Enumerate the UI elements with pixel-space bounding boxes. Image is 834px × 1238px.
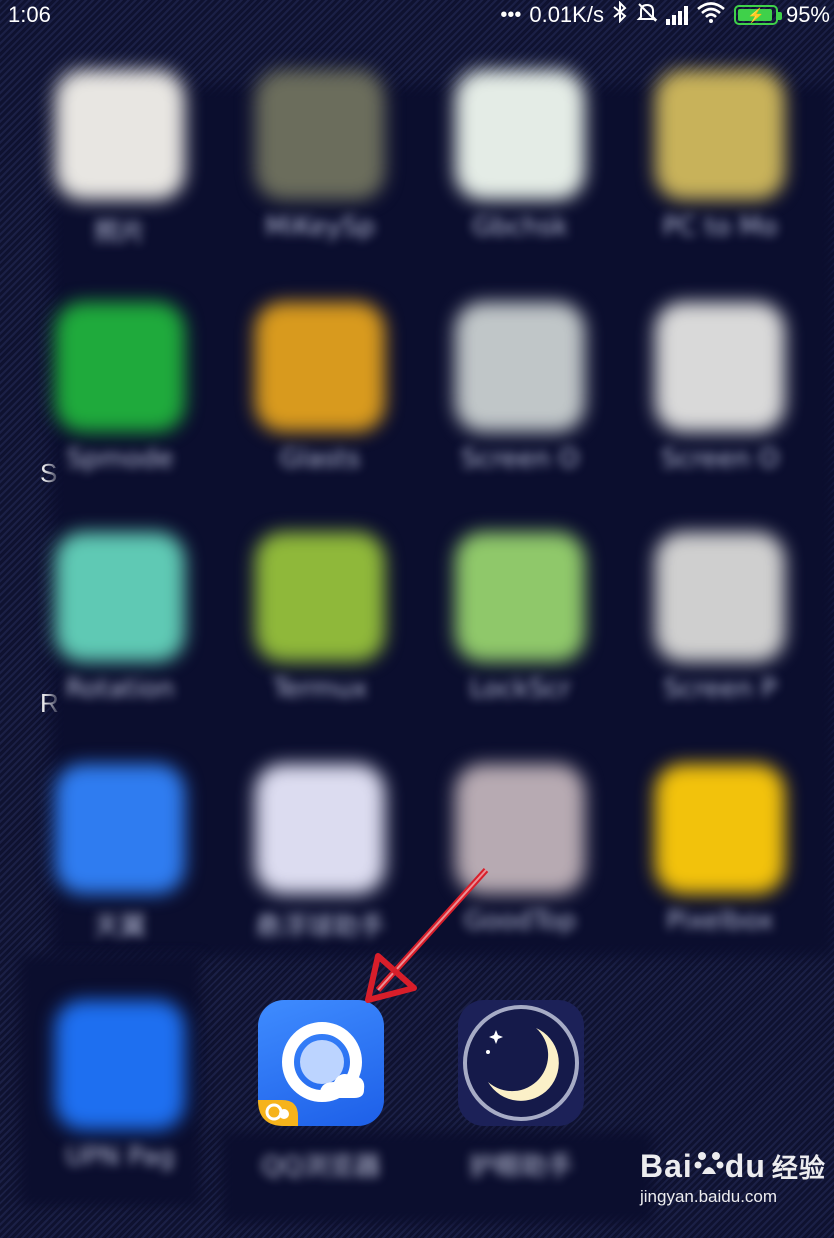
annotation-arrow xyxy=(365,867,489,1003)
wifi-icon xyxy=(696,1,726,29)
app-label: Pixelbox xyxy=(666,906,774,936)
drawer-app[interactable]: Glasts xyxy=(245,302,395,492)
app-label: QQ浏览器 xyxy=(261,1152,381,1182)
drawer-app[interactable]: Screen P xyxy=(645,532,795,722)
drawer-app[interactable]: Screen O xyxy=(645,302,795,492)
drawer-app[interactable]: PC to Mo xyxy=(645,70,795,260)
app-label: 天翼 xyxy=(93,912,146,942)
app-icon xyxy=(255,302,385,432)
app-label: Screen O xyxy=(660,444,780,474)
drawer-app[interactable]: Termux xyxy=(245,532,395,722)
app-label: Screen O xyxy=(460,444,580,474)
app-icon xyxy=(55,532,185,662)
app-label: MiKeySp xyxy=(265,212,375,242)
clock-time: 1:06 xyxy=(8,2,51,27)
battery-percent: 95% xyxy=(785,2,830,27)
drawer-app[interactable]: Rotation xyxy=(45,532,195,722)
watermark-brand-cn: 经验 xyxy=(771,1153,826,1183)
app-icon xyxy=(455,302,585,432)
drawer-app[interactable]: 照片 xyxy=(45,70,195,260)
app-icon xyxy=(55,764,185,894)
more-dots: ••• xyxy=(500,3,522,26)
watermark-brand-right: du xyxy=(724,1148,766,1184)
app-label: Screen P xyxy=(663,674,777,704)
app-label: LockScr xyxy=(469,674,571,704)
app-label: Gbchsk xyxy=(471,212,569,242)
app-icon xyxy=(455,532,585,662)
drawer-app[interactable]: Spmode xyxy=(45,302,195,492)
app-label: Glasts xyxy=(279,444,361,474)
drawer-app[interactable]: Pixelbox xyxy=(645,764,795,954)
bluetooth-icon xyxy=(612,0,628,29)
status-bar: 1:06 ••• 0.01K/s ⚡ 95% xyxy=(0,0,834,30)
app-label: Termux xyxy=(272,674,368,704)
drawer-app[interactable]: MiKeySp xyxy=(245,70,395,260)
drawer-app[interactable]: 天翼 xyxy=(45,764,195,954)
drawer-app[interactable]: Gbchsk xyxy=(445,70,595,260)
app-icon xyxy=(455,70,585,200)
app-label: Rotation xyxy=(65,674,175,704)
network-speed: 0.01K/s xyxy=(529,2,604,27)
app-icon xyxy=(55,70,185,200)
watermark-url: jingyan.baidu.com xyxy=(640,1187,778,1206)
paw-icon xyxy=(694,1148,724,1185)
battery-charging-icon: ⚡ xyxy=(733,5,782,25)
app-icon xyxy=(655,532,785,662)
signal-icon xyxy=(665,5,688,25)
drawer-app[interactable]: Screen O xyxy=(445,302,595,492)
baidu-watermark: Bai du 经验 jingyan.baidu.com xyxy=(640,1148,830,1228)
app-label: 护眼助手 xyxy=(468,1152,573,1182)
app-label: Spmode xyxy=(66,444,174,474)
app-label: UPN Pag xyxy=(65,1142,175,1172)
app-icon xyxy=(655,302,785,432)
mute-icon xyxy=(636,1,658,29)
app-icon xyxy=(255,532,385,662)
dock-app-upn[interactable]: UPN Pag xyxy=(45,1000,195,1190)
app-label: 照片 xyxy=(93,218,146,248)
app-icon xyxy=(655,764,785,894)
app-icon xyxy=(55,302,185,432)
status-icons: ••• 0.01K/s ⚡ 95% xyxy=(500,0,830,29)
app-icon xyxy=(655,70,785,200)
watermark-brand-left: Bai xyxy=(640,1148,693,1184)
upn-app-icon xyxy=(55,1000,185,1130)
app-label: PC to Mo xyxy=(662,212,778,242)
app-icon xyxy=(255,70,385,200)
drawer-app[interactable]: LockScr xyxy=(445,532,595,722)
